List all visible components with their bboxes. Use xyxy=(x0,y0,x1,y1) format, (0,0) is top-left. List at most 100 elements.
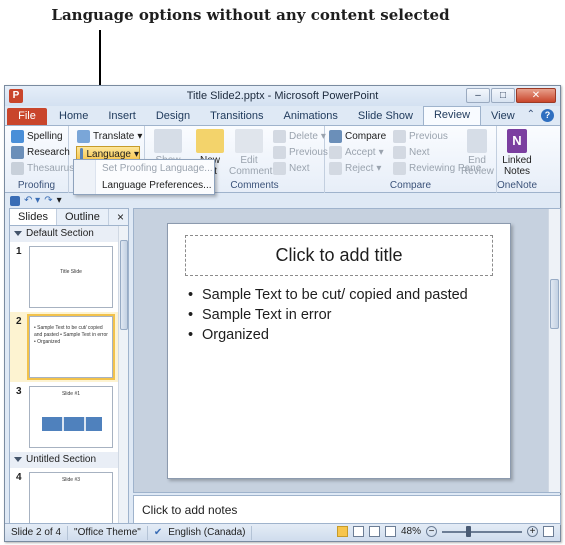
caption: Language options without any content sel… xyxy=(0,6,565,24)
customize-toolbar-icon[interactable]: ▾ xyxy=(57,195,62,206)
slide-thumbnail-row[interactable]: 1 Title Slide xyxy=(10,242,118,312)
reject-button[interactable]: Reject ▾ xyxy=(329,162,381,175)
accept-button[interactable]: Accept ▾ xyxy=(329,146,384,159)
language-preferences-item[interactable]: Language Preferences... xyxy=(74,178,214,194)
reviewing-pane-icon xyxy=(393,162,406,175)
slides-panel: Slides Outline × Default Section 1 Title… xyxy=(9,208,129,535)
edit-comment-button[interactable]: Edit Comment xyxy=(229,129,273,177)
new-comment-icon xyxy=(196,129,224,153)
linked-label: Linked xyxy=(502,155,532,166)
next-change-button[interactable]: Next xyxy=(393,146,430,159)
language-status-label: English (Canada) xyxy=(168,526,246,538)
section-untitled[interactable]: Untitled Section xyxy=(10,452,118,468)
slide-thumbnail[interactable]: Slide #1 xyxy=(29,386,113,448)
language-status[interactable]: ✔ English (Canada) xyxy=(148,525,253,540)
edit-comment-label: Comment xyxy=(229,166,273,177)
help-icon[interactable]: ? xyxy=(541,109,554,122)
next-change-label: Next xyxy=(409,147,430,158)
research-button[interactable]: Research xyxy=(11,146,70,159)
slide-thumbnail[interactable]: • Sample Text to be cut/ copied and past… xyxy=(27,314,115,380)
close-button[interactable]: ✕ xyxy=(516,88,556,103)
tab-review[interactable]: Review xyxy=(422,106,482,125)
panel-scrollbar[interactable] xyxy=(118,226,128,534)
editor-scroll-thumb[interactable] xyxy=(550,279,559,329)
spelling-label: Spelling xyxy=(27,131,63,142)
tab-animations[interactable]: Animations xyxy=(274,108,348,125)
reading-view-icon[interactable] xyxy=(368,526,380,537)
slide-show-icon[interactable] xyxy=(384,526,396,537)
section-default[interactable]: Default Section xyxy=(10,226,118,242)
show-markup-icon xyxy=(154,129,182,153)
normal-view-icon[interactable] xyxy=(336,526,348,537)
end-review-button[interactable]: End Review xyxy=(461,129,494,177)
zoom-out-icon[interactable]: − xyxy=(426,526,437,537)
previous-change-button[interactable]: Previous xyxy=(393,130,448,143)
caption-text: Language options without any content sel… xyxy=(51,6,450,24)
tab-file[interactable]: File xyxy=(7,108,47,125)
tab-insert[interactable]: Insert xyxy=(98,108,146,125)
tab-slide-show[interactable]: Slide Show xyxy=(348,108,423,125)
zoom-in-icon[interactable]: + xyxy=(527,526,538,537)
delete-comment-button[interactable]: Delete ▾ xyxy=(273,130,326,143)
panel-scroll-thumb[interactable] xyxy=(120,240,128,330)
translate-label: Translate xyxy=(93,131,135,142)
thesaurus-button[interactable]: Thesaurus xyxy=(11,162,74,175)
theme-name[interactable]: "Office Theme" xyxy=(68,525,148,540)
proofing-group-label: Proofing xyxy=(17,180,56,191)
tab-view[interactable]: View xyxy=(481,108,525,125)
slide-canvas[interactable]: Click to add title Sample Text to be cut… xyxy=(167,223,511,479)
previous-comment-button[interactable]: Previous xyxy=(273,146,328,159)
tab-home[interactable]: Home xyxy=(49,108,98,125)
language-dropdown-menu: Set Proofing Language... Language Prefer… xyxy=(73,159,215,195)
zoom-slider[interactable] xyxy=(442,525,522,537)
next-comment-button[interactable]: Next xyxy=(273,162,310,175)
translate-icon xyxy=(77,130,90,143)
editor-scrollbar[interactable] xyxy=(548,209,560,492)
status-bar: Slide 2 of 4 "Office Theme" ✔ English (C… xyxy=(5,523,560,541)
bullet-item[interactable]: Organized xyxy=(188,327,468,343)
tab-outline[interactable]: Outline xyxy=(57,209,109,225)
bullet-item[interactable]: Sample Text in error xyxy=(188,307,468,323)
slide-thumbnail-row[interactable]: 3 Slide #1 xyxy=(10,382,118,452)
slide-sorter-icon[interactable] xyxy=(352,526,364,537)
title-bar: P Title Slide2.pptx - Microsoft PowerPoi… xyxy=(5,86,560,106)
fit-to-window-icon[interactable] xyxy=(543,526,554,537)
proofing-check-icon: ✔ xyxy=(153,526,163,538)
compare-icon xyxy=(329,130,342,143)
close-panel-icon[interactable]: × xyxy=(117,210,124,224)
maximize-button[interactable]: □ xyxy=(491,88,515,103)
translate-button[interactable]: Translate ▾ xyxy=(77,130,142,143)
slide-number: 2 xyxy=(16,316,22,327)
redo-icon[interactable]: ↷ xyxy=(44,195,52,206)
slide-thumbnail[interactable]: Title Slide xyxy=(29,246,113,308)
previous-comment-icon xyxy=(273,146,286,159)
thesaurus-icon xyxy=(11,162,24,175)
tab-design[interactable]: Design xyxy=(146,108,200,125)
thumbnail-text: Slide #3 xyxy=(61,477,81,483)
bullet-list[interactable]: Sample Text to be cut/ copied and pasted… xyxy=(188,287,468,347)
next-comment-label: Next xyxy=(289,163,310,174)
set-proofing-language-item[interactable]: Set Proofing Language... xyxy=(74,161,214,177)
zoom-slider-thumb[interactable] xyxy=(466,525,471,537)
next-comment-icon xyxy=(273,162,286,175)
slide-thumbnail-row[interactable]: 2 • Sample Text to be cut/ copied and pa… xyxy=(10,312,118,382)
zoom-level[interactable]: 48% xyxy=(401,526,421,537)
undo-icon[interactable]: ↶ ▾ xyxy=(24,195,40,206)
tab-transitions[interactable]: Transitions xyxy=(200,108,273,125)
notes-pane[interactable]: Click to add notes xyxy=(133,495,561,525)
title-placeholder[interactable]: Click to add title xyxy=(185,235,493,276)
linked-notes-button[interactable]: N Linked Notes xyxy=(499,129,535,177)
research-icon xyxy=(11,146,24,159)
spelling-button[interactable]: Spelling xyxy=(11,130,63,143)
compare-button[interactable]: Compare xyxy=(329,130,386,143)
bullet-item[interactable]: Sample Text to be cut/ copied and pasted xyxy=(188,287,468,303)
notes-label: Notes xyxy=(503,166,531,177)
minimize-button[interactable]: – xyxy=(466,88,490,103)
previous-change-label: Previous xyxy=(409,131,448,142)
save-icon[interactable] xyxy=(10,195,20,206)
tab-slides[interactable]: Slides xyxy=(10,209,57,225)
minimize-ribbon-icon[interactable]: ⌃ xyxy=(527,109,535,122)
slide-counter: Slide 2 of 4 xyxy=(5,525,69,540)
edit-label: Edit xyxy=(240,155,258,166)
accept-label: Accept xyxy=(345,147,376,158)
